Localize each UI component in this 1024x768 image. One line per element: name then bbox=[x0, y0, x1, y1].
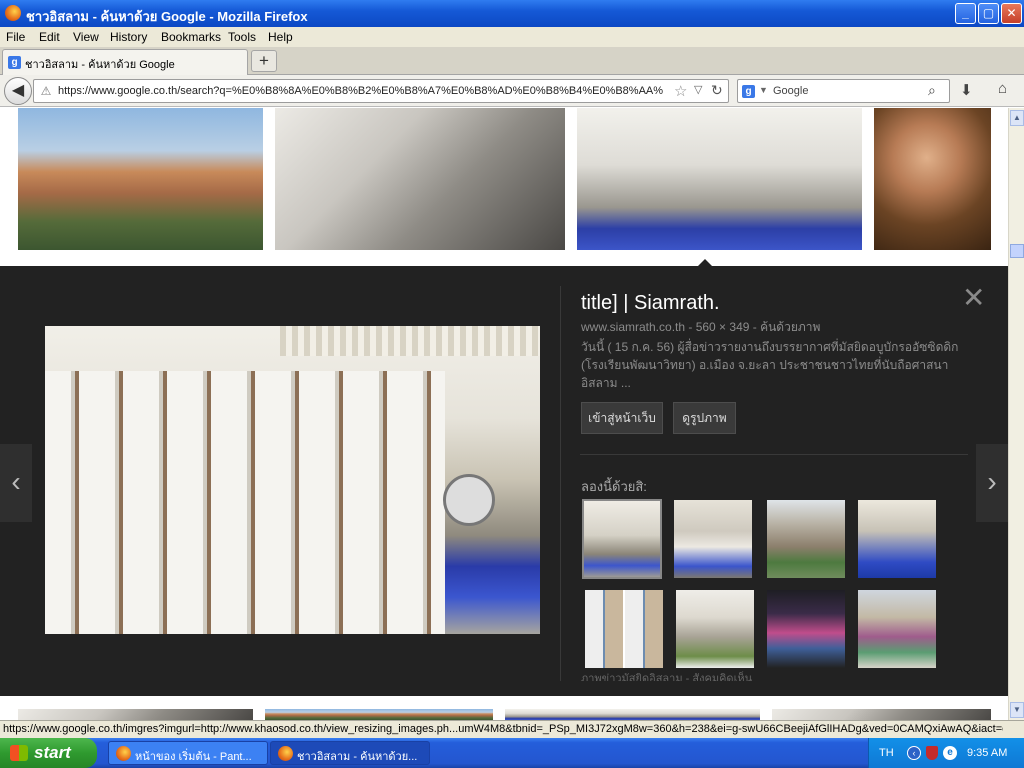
page-content: ‹ title] | Siamrath. www.siamrath.co.th … bbox=[0, 108, 1008, 720]
back-arrow-icon: ◀ bbox=[11, 82, 25, 99]
close-icon: ✕ bbox=[962, 282, 986, 313]
tray-chevron-icon[interactable]: ‹ bbox=[907, 746, 921, 760]
search-engine-icon[interactable]: g bbox=[742, 85, 755, 98]
related-image-thumbnail[interactable] bbox=[675, 589, 755, 669]
scrollbar-thumb[interactable] bbox=[1010, 244, 1024, 258]
result-thumbnail[interactable] bbox=[772, 709, 991, 720]
firefox-icon bbox=[116, 746, 131, 761]
preview-description: วันนี้ ( 15 ก.ค. 56) ผู้สื่อข่าวรายงานถึ… bbox=[581, 340, 959, 390]
preview-image[interactable] bbox=[45, 326, 540, 634]
image-detail bbox=[443, 474, 495, 526]
related-image-thumbnail[interactable] bbox=[857, 589, 937, 669]
url-bar[interactable]: ⚠ https://www.google.co.th/search?q=%E0%… bbox=[33, 79, 729, 103]
screen: ชาวอิสลาม - ค้นหาด้วย Google - Mozilla F… bbox=[0, 0, 1024, 768]
menu-bar: File Edit View History Bookmarks Tools H… bbox=[0, 27, 1024, 47]
result-thumbnail[interactable] bbox=[275, 108, 565, 250]
start-label: start bbox=[34, 743, 71, 762]
download-icon[interactable]: ⬇ bbox=[960, 81, 973, 99]
menu-edit[interactable]: Edit bbox=[39, 30, 60, 44]
related-images-label: ลองนี้ด้วยสิ: bbox=[581, 479, 647, 494]
search-input[interactable]: Google bbox=[773, 85, 808, 97]
taskbar-item-firefox-home[interactable]: หน้าของ เริ่มต้น - Pant... bbox=[108, 741, 268, 765]
preview-meta[interactable]: www.siamrath.co.th - 560 × 349 - ค้นด้วย… bbox=[581, 318, 820, 337]
related-image-thumbnail[interactable] bbox=[766, 589, 846, 669]
taskbar-item-firefox-search[interactable]: ชาวอิสลาม - ค้นหาด้วย... bbox=[270, 741, 430, 765]
image-preview-panel: ‹ title] | Siamrath. www.siamrath.co.th … bbox=[0, 266, 1008, 696]
browser-tray-icon[interactable]: e bbox=[943, 746, 957, 760]
related-image-thumbnail[interactable] bbox=[673, 499, 753, 579]
search-bar[interactable]: g ▼ Google ⌕ bbox=[737, 79, 950, 103]
result-thumbnail[interactable] bbox=[577, 108, 862, 250]
taskbar: start หน้าของ เริ่มต้น - Pant... ชาวอิสล… bbox=[0, 738, 1024, 768]
visit-page-button[interactable]: เข้าสู่หน้าเว็บ bbox=[581, 402, 663, 434]
result-thumbnail[interactable] bbox=[18, 709, 253, 720]
chevron-right-icon: › bbox=[987, 466, 997, 497]
related-image-thumbnail[interactable] bbox=[857, 499, 937, 579]
preview-title[interactable]: title] | Siamrath. bbox=[581, 292, 720, 315]
windows-logo-icon bbox=[10, 745, 28, 761]
scroll-down-icon[interactable]: ▼ bbox=[1010, 702, 1024, 718]
google-favicon-icon: g bbox=[8, 56, 21, 69]
result-thumbnail[interactable] bbox=[505, 709, 760, 720]
menu-help[interactable]: Help bbox=[268, 30, 293, 44]
next-image-button[interactable]: › bbox=[976, 444, 1008, 522]
view-image-button[interactable]: ดูรูปภาพ bbox=[673, 402, 736, 434]
vertical-scrollbar[interactable]: ▲ ▼ bbox=[1008, 108, 1024, 720]
security-shield-icon[interactable] bbox=[926, 746, 938, 760]
url-text[interactable]: https://www.google.co.th/search?q=%E0%B8… bbox=[58, 85, 668, 97]
chevron-left-icon: ‹ bbox=[11, 466, 21, 497]
bookmark-star-icon[interactable]: ☆ bbox=[674, 82, 687, 100]
firefox-icon bbox=[278, 746, 293, 761]
status-bar: https://www.google.co.th/imgres?imgurl=h… bbox=[0, 720, 1024, 738]
search-icon[interactable]: ⌕ bbox=[928, 82, 936, 99]
home-icon[interactable]: ⌂ bbox=[998, 80, 1007, 97]
related-image-thumbnail[interactable] bbox=[584, 589, 664, 669]
maximize-button[interactable]: ▢ bbox=[978, 3, 999, 24]
image-detail bbox=[45, 371, 445, 634]
navigation-bar: ◀ ⚠ https://www.google.co.th/search?q=%E… bbox=[0, 75, 1024, 107]
previous-image-button[interactable]: ‹ bbox=[0, 444, 32, 522]
image-detail bbox=[280, 326, 540, 356]
minimize-button[interactable]: _ bbox=[955, 3, 976, 24]
result-thumbnail[interactable] bbox=[265, 709, 493, 720]
tab-google-search[interactable]: g ชาวอิสลาม - ค้นหาด้วย Google bbox=[2, 49, 248, 75]
language-indicator[interactable]: TH bbox=[879, 747, 894, 759]
tab-label: ชาวอิสลาม - ค้นหาด้วย Google bbox=[25, 59, 175, 71]
status-text: https://www.google.co.th/imgres?imgurl=h… bbox=[3, 723, 1003, 735]
panel-divider bbox=[560, 286, 561, 681]
taskbar-item-label: ชาวอิสลาม - ค้นหาด้วย... bbox=[297, 751, 418, 763]
related-image-thumbnail[interactable] bbox=[582, 499, 662, 579]
back-button[interactable]: ◀ bbox=[4, 77, 32, 105]
menu-view[interactable]: View bbox=[73, 30, 99, 44]
menu-history[interactable]: History bbox=[110, 30, 147, 44]
panel-divider bbox=[580, 454, 968, 455]
related-image-thumbnail[interactable] bbox=[766, 499, 846, 579]
menu-file[interactable]: File bbox=[6, 30, 25, 44]
url-dropdown-icon[interactable]: ▽ bbox=[694, 83, 702, 96]
menu-tools[interactable]: Tools bbox=[228, 30, 256, 44]
reload-icon[interactable]: ↻ bbox=[711, 82, 723, 99]
tab-bar: g ชาวอิสลาม - ค้นหาด้วย Google + bbox=[0, 47, 1024, 75]
search-engine-dropdown-icon[interactable]: ▼ bbox=[759, 85, 768, 95]
menu-bookmarks[interactable]: Bookmarks bbox=[161, 30, 221, 44]
related-caption: ภาพข่าวมัสยิดอิสลาม - สังคมคิดเห็น bbox=[581, 673, 753, 681]
system-tray: TH ‹ e 9:35 AM bbox=[868, 738, 1024, 768]
start-button[interactable]: start bbox=[0, 738, 97, 768]
scroll-up-icon[interactable]: ▲ bbox=[1010, 110, 1024, 126]
warning-icon: ⚠ bbox=[40, 84, 52, 98]
taskbar-item-label: หน้าของ เริ่มต้น - Pant... bbox=[135, 751, 252, 763]
clock: 9:35 AM bbox=[967, 747, 1008, 759]
result-thumbnail[interactable] bbox=[874, 108, 991, 250]
new-tab-button[interactable]: + bbox=[251, 50, 277, 72]
close-preview-button[interactable]: ✕ bbox=[962, 284, 985, 312]
window-title: ชาวอิสลาม - ค้นหาด้วย Google - Mozilla F… bbox=[26, 9, 308, 24]
firefox-icon bbox=[5, 5, 21, 21]
close-button[interactable]: ✕ bbox=[1001, 3, 1022, 24]
window-title-bar: ชาวอิสลาม - ค้นหาด้วย Google - Mozilla F… bbox=[0, 0, 1024, 27]
result-thumbnail[interactable] bbox=[18, 108, 263, 250]
